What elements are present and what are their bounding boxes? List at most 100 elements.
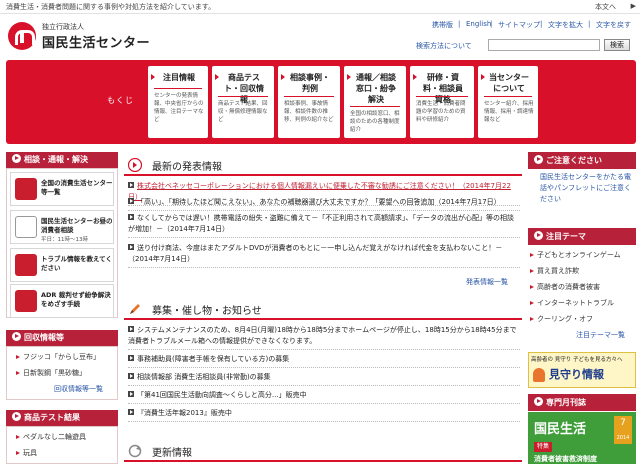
news-item[interactable]: なくしてからでは遅い！携帯電話の紛失・盗難に備えて－「不正利用されて高額請求」、…: [128, 213, 520, 238]
news-item-text[interactable]: なくしてからでは遅い！携帯電話の紛失・盗難に備えて－「不正利用されて高額請求」、…: [128, 214, 514, 233]
test-item[interactable]: 玩具: [16, 448, 37, 458]
mobile-link[interactable]: 携帯版: [432, 20, 453, 30]
nav-card-contact-dispute[interactable]: 通報／相談窓口・紛争解決 全国の相談窓口、相談のための各種制度紹介: [344, 66, 406, 138]
news-more-link[interactable]: 発表情報一覧: [466, 277, 508, 287]
mimamori-banner[interactable]: 高齢者の 見守り 子どもを見る方々へ 見守り情報: [528, 352, 636, 388]
theme-heading-text: 注目テーマ: [546, 232, 586, 241]
nav-card-divider: [284, 96, 334, 97]
card-label: トラブル情報を教えてください: [41, 255, 112, 272]
recall-more-link[interactable]: 回収情報等一覧: [54, 384, 103, 394]
nav-card-divider: [484, 96, 532, 97]
event-item-text[interactable]: 事務補助員(障害者手帳を保有している方)の募集: [137, 355, 289, 363]
utility-separator: |: [540, 20, 543, 28]
skip-icon: ▶: [630, 2, 636, 10]
top-bar: 消費生活・消費者問題に関する事例や対処方法を紹介しています。 本文へ ▶: [0, 0, 640, 14]
arrow-circle-icon: [534, 397, 543, 406]
bullet-icon: [128, 409, 134, 415]
nav-card-title: 通報／相談窓口・紛争解決: [344, 72, 406, 105]
site-tagline: 消費生活・消費者問題に関する事例や対処方法を紹介しています。: [6, 3, 216, 11]
magazine-badge: 特集: [534, 442, 552, 452]
theme-item[interactable]: 買え買え詐欺: [530, 266, 579, 276]
sitemap-link[interactable]: サイトマップ: [498, 20, 540, 30]
mail-icon: [15, 254, 37, 276]
event-item-text[interactable]: 『消費生活年報2013』販売中: [137, 409, 232, 417]
nav-card-desc: 消費生活・消費者問題の学習のための資料や研修紹介: [416, 101, 466, 123]
search-input[interactable]: [488, 39, 600, 51]
arrow-circle-icon: [12, 332, 21, 341]
event-item[interactable]: 「第41回国民生活動向調査～くらしと高分...」販売中: [128, 390, 520, 404]
event-item-text[interactable]: 「第41回国民生活動向調査～くらしと高分...」販売中: [137, 391, 307, 399]
event-item[interactable]: 相談情報部 消費生活相談員(非常勤)の募集: [128, 372, 520, 386]
recall-item[interactable]: フジッコ「からし豆布」: [16, 352, 100, 362]
card-label-title: 国民生活センターお昼の消費者相談: [41, 217, 113, 234]
adr-link[interactable]: ADR 裁判せず紛争解決をめざす手続: [10, 284, 114, 318]
text-enlarge-link[interactable]: 文字を拡大: [548, 20, 583, 30]
circle-arrow-icon: [128, 158, 142, 172]
bullet-icon: [128, 373, 134, 379]
arrow-circle-icon: [12, 154, 21, 163]
news-section-header: 最新の発表情報: [124, 154, 522, 176]
banner-caption: 高齢者の 見守り 子どもを見る方々へ: [531, 357, 623, 363]
consult-heading-text: 相談・通報・解決: [24, 155, 88, 164]
recall-section-heading: 回収情報等: [6, 330, 118, 346]
bullet-icon: [128, 214, 134, 220]
caution-link[interactable]: 国民生活センターをかたる電話やパンフレットにご注意ください: [540, 172, 634, 205]
event-item[interactable]: 事務補助員(障害者手帳を保有している方)の募集: [128, 354, 520, 368]
caution-heading-text: ご注意ください: [546, 156, 602, 165]
magazine-issue-number: 7: [620, 418, 626, 428]
grandparent-icon: [533, 368, 545, 382]
pen-icon: [130, 304, 140, 314]
bullet-icon: [128, 198, 134, 204]
magazine-feature: 消費者被害救済制度: [534, 455, 597, 463]
nav-card-divider: [350, 106, 400, 107]
english-link[interactable]: English: [466, 20, 491, 28]
logo-title[interactable]: 国民生活センター: [42, 32, 150, 51]
logo-icon[interactable]: [8, 22, 36, 50]
lunch-consult-link[interactable]: 国民生活センターお昼の消費者相談 平日：11時〜13時: [10, 210, 114, 244]
skip-to-content-link[interactable]: 本文へ: [595, 2, 616, 12]
card-label: 国民生活センターお昼の消費者相談 平日：11時〜13時: [41, 217, 113, 245]
event-item-text[interactable]: 相談情報部 消費生活相談員(非常勤)の募集: [137, 373, 271, 381]
monthly-section-heading: 専門月刊誌: [528, 394, 636, 411]
news-item[interactable]: 「高い」、「期待したほど聞こえない」、あなたの補聴器選び大丈夫ですか？「要望への…: [128, 197, 520, 211]
event-item[interactable]: 『消費生活年報2013』販売中: [128, 408, 520, 422]
caution-section-heading: ご注意ください: [528, 152, 636, 169]
events-section-header: 募集・催し物・お知らせ: [124, 298, 522, 320]
magazine-issue-year: 2014: [616, 435, 630, 441]
report-trouble-link[interactable]: トラブル情報を教えてください: [10, 248, 114, 282]
nav-card-desc: センター紹介、採用情報、採用・調達情報など: [484, 101, 534, 123]
theme-item[interactable]: クーリング・オフ: [530, 314, 593, 324]
nav-card-product-test[interactable]: 商品テスト・回収情報 商品テスト結果、回収・無償修理情報など: [212, 66, 274, 138]
magazine-cover-link[interactable]: 国民生活 7 2014 特集 消費者被害救済制度: [528, 412, 636, 464]
nav-card-consult-cases[interactable]: 相談事例・判例 相談事例、事故情報、相談件数の推移、判例の紹介など: [278, 66, 340, 138]
recall-item[interactable]: 日新製鋼「黒砂糖」: [16, 368, 86, 378]
news-item[interactable]: 送り付け商法、今度はまたアダルトDVDが消費者のもとに－一申し込んだ覚えがなけれ…: [128, 243, 520, 268]
arrow-circle-icon: [534, 231, 543, 240]
arrow-circle-icon: [12, 412, 21, 421]
nav-card-training[interactable]: 研修・資料・相談員資格 消費生活・消費者問題の学習のための資料や研修紹介: [410, 66, 474, 138]
utility-separator: |: [490, 20, 493, 28]
theme-more-link[interactable]: 注目テーマ一覧: [576, 330, 625, 340]
banner-title: 見守り情報: [549, 368, 604, 381]
theme-item[interactable]: 子どもとオンラインゲーム: [530, 250, 621, 260]
news-item-text[interactable]: 「高い」、「期待したほど聞こえない」、あなたの補聴器選び大丈夫ですか？「要望への…: [137, 198, 501, 206]
event-item[interactable]: システムメンテナンスのため、8月4日(月曜)18時から18時5分までホームページ…: [128, 325, 520, 350]
theme-item[interactable]: インターネットトラブル: [530, 298, 614, 308]
test-item[interactable]: ペダルなし二輪遊具: [16, 432, 86, 442]
nav-card-about[interactable]: 当センターについて センター紹介、採用情報、採用・調達情報など: [478, 66, 538, 138]
phone-icon: [15, 216, 37, 238]
bullet-icon: [128, 355, 134, 361]
nav-card-featured[interactable]: 注目情報 センターの発表情報、中央省庁からの情報、注目テーマなど: [148, 66, 208, 138]
search-help-link[interactable]: 検索方法について: [416, 41, 472, 51]
nav-card-desc: 相談事例、事故情報、相談件数の推移、判例の紹介など: [284, 101, 334, 123]
news-item-text[interactable]: 送り付け商法、今度はまたアダルトDVDが消費者のもとに－一申し込んだ覚えがなけれ…: [128, 244, 502, 263]
search-button[interactable]: 検索: [604, 39, 630, 51]
theme-item[interactable]: 高齢者の消費者被害: [530, 282, 600, 292]
consumer-center-list-link[interactable]: 全国の消費生活センター等一覧: [10, 172, 114, 206]
test-section-heading: 商品テスト結果: [6, 410, 118, 426]
bullet-icon: [128, 391, 134, 397]
nav-card-title: 当センターについて: [478, 72, 538, 94]
text-reset-link[interactable]: 文字を戻す: [596, 20, 631, 30]
bullet-icon: [128, 244, 134, 250]
logo-org-type: 独立行政法人: [42, 23, 84, 31]
